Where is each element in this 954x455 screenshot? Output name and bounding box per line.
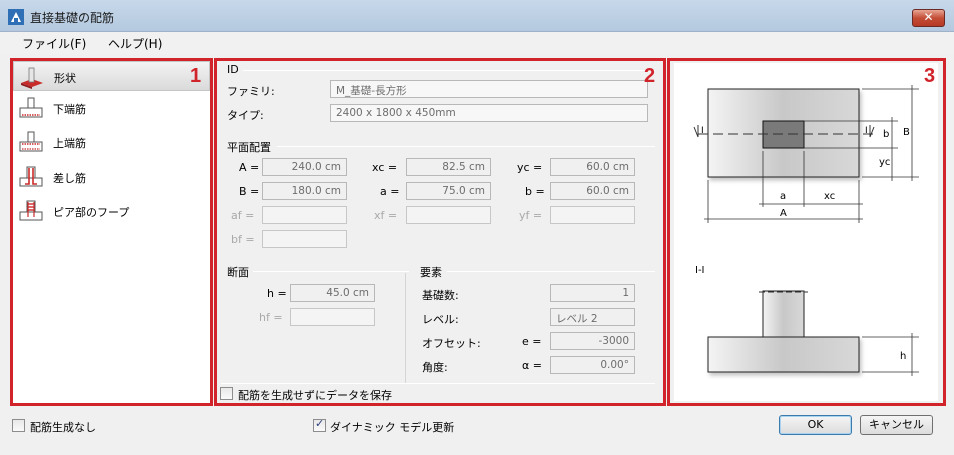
dynamic-update-checkbox[interactable]	[313, 417, 326, 432]
highlight-box-1	[10, 58, 213, 406]
highlight-box-2	[214, 58, 666, 406]
dynamic-update-label: ダイナミック モデル更新	[330, 421, 455, 434]
no-rebar-checkbox[interactable]	[12, 419, 25, 432]
no-rebar-label: 配筋生成なし	[30, 421, 96, 434]
highlight-box-3	[667, 58, 946, 406]
app-icon	[8, 9, 24, 25]
title-bar: 直接基礎の配筋 ✕	[0, 0, 954, 32]
section-number-1: 1	[190, 65, 202, 87]
menu-file[interactable]: ファイル(F)	[22, 35, 86, 52]
cancel-button[interactable]: キャンセル	[860, 415, 933, 435]
section-number-2: 2	[644, 65, 656, 87]
section-number-3: 3	[924, 65, 936, 87]
close-button[interactable]: ✕	[912, 9, 945, 27]
ok-button[interactable]: OK	[779, 415, 852, 435]
menu-help[interactable]: ヘルプ(H)	[108, 35, 162, 52]
window-title: 直接基礎の配筋	[30, 11, 115, 25]
menu-bar: ファイル(F) ヘルプ(H)	[0, 32, 954, 54]
